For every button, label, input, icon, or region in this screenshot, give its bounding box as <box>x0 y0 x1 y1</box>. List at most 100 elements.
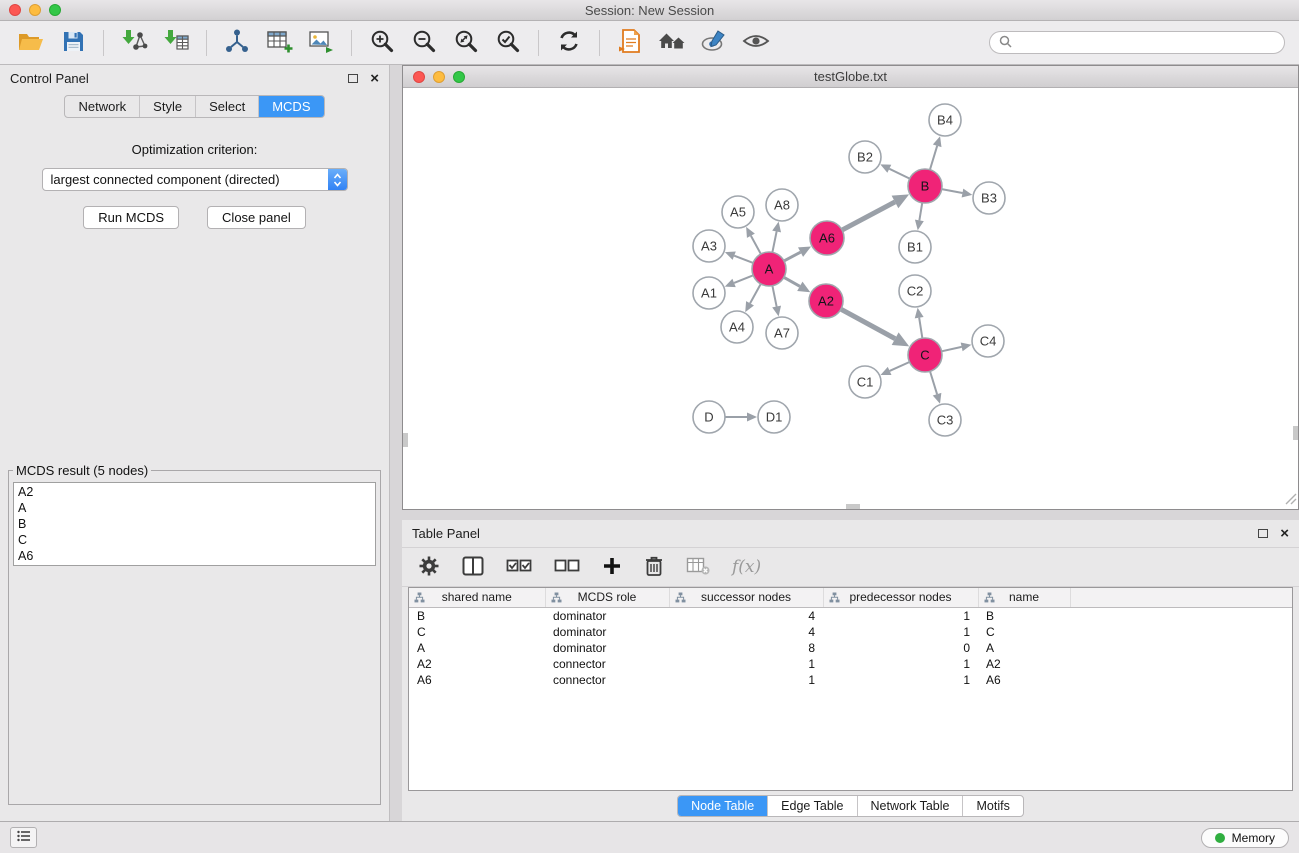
graph-node-A2[interactable]: A2 <box>809 284 843 318</box>
apply-layout-button[interactable] <box>551 26 587 60</box>
search-field[interactable] <box>989 31 1285 54</box>
table-cell[interactable]: 4 <box>669 624 823 640</box>
save-session-button[interactable] <box>55 26 91 60</box>
graph-edge-B-B1[interactable] <box>919 203 922 221</box>
graph-node-C3[interactable]: C3 <box>929 404 961 436</box>
graph-edge-B-B4[interactable] <box>930 146 937 170</box>
table-cell[interactable]: 1 <box>823 672 978 688</box>
graph-node-C[interactable]: C <box>908 338 942 372</box>
delete-column-button[interactable] <box>644 555 664 580</box>
delete-table-button[interactable] <box>686 556 710 579</box>
show-columns-button[interactable] <box>462 556 484 579</box>
graph-edge-C-C4[interactable] <box>942 347 962 351</box>
new-table-button[interactable] <box>261 26 297 60</box>
mcds-result-item[interactable]: A6 <box>18 548 371 564</box>
table-cell[interactable]: C <box>409 624 545 640</box>
horizontal-scroll-thumb[interactable] <box>846 504 860 509</box>
select-all-button[interactable] <box>506 556 532 579</box>
graph-edge-A-A7[interactable] <box>772 286 776 307</box>
tab-motifs[interactable]: Motifs <box>963 796 1022 816</box>
deselect-all-button[interactable] <box>554 556 580 579</box>
column-header-shared-name[interactable]: shared name <box>409 588 545 607</box>
float-panel-button[interactable] <box>348 74 358 83</box>
table-row[interactable]: Adominator80A <box>409 640 1292 656</box>
table-cell[interactable]: 1 <box>669 656 823 672</box>
mcds-result-item[interactable]: A <box>18 500 371 516</box>
tab-node-table[interactable]: Node Table <box>678 796 768 816</box>
close-table-panel-button[interactable]: × <box>1280 529 1289 539</box>
import-table-button[interactable] <box>158 26 194 60</box>
vertical-scroll-thumb[interactable] <box>403 433 408 447</box>
graph-node-A6[interactable]: A6 <box>810 221 844 255</box>
network-graph[interactable]: B4B2BB3A5A8A6B1A3AC2A1A2A4A7C4CC1C3DD1 <box>403 88 1298 508</box>
table-cell[interactable]: A <box>978 640 1070 656</box>
table-settings-button[interactable] <box>418 555 440 580</box>
graph-node-A[interactable]: A <box>752 252 786 286</box>
graph-edge-A-A5[interactable] <box>751 236 761 254</box>
graph-node-D[interactable]: D <box>693 401 725 433</box>
graph-node-A3[interactable]: A3 <box>693 230 725 262</box>
table-cell[interactable]: dominator <box>545 624 669 640</box>
graph-node-A5[interactable]: A5 <box>722 196 754 228</box>
tab-network-table[interactable]: Network Table <box>858 796 964 816</box>
column-header-mcds-role[interactable]: MCDS role <box>545 588 669 607</box>
zoom-in-button[interactable] <box>364 26 400 60</box>
column-header-name[interactable]: name <box>978 588 1070 607</box>
table-row[interactable]: Bdominator41B <box>409 607 1292 624</box>
vertical-scroll-thumb[interactable] <box>1293 426 1298 440</box>
zoom-fit-button[interactable] <box>448 26 484 60</box>
table-cell[interactable]: A2 <box>978 656 1070 672</box>
graph-edge-A-A8[interactable] <box>772 231 776 252</box>
column-header-predecessor-nodes[interactable]: predecessor nodes <box>823 588 978 607</box>
graph-node-B4[interactable]: B4 <box>929 104 961 136</box>
table-cell[interactable]: 8 <box>669 640 823 656</box>
table-cell[interactable]: dominator <box>545 640 669 656</box>
table-cell[interactable]: B <box>409 607 545 624</box>
tab-mcds[interactable]: MCDS <box>259 96 323 117</box>
mcds-result-item[interactable]: A2 <box>18 484 371 500</box>
graph-node-C2[interactable]: C2 <box>899 275 931 307</box>
function-builder-button[interactable]: f(x) <box>732 557 761 577</box>
graph-node-C1[interactable]: C1 <box>849 366 881 398</box>
graph-edge-C-C1[interactable] <box>890 362 910 371</box>
show-hide-graphics-button[interactable] <box>738 26 774 60</box>
table-cell[interactable]: A6 <box>978 672 1070 688</box>
graph-edge-A-A4[interactable] <box>750 284 761 303</box>
tab-edge-table[interactable]: Edge Table <box>768 796 857 816</box>
graph-node-B2[interactable]: B2 <box>849 141 881 173</box>
import-network-button[interactable] <box>116 26 152 60</box>
graph-edge-A-A1[interactable] <box>734 275 753 283</box>
mcds-result-list[interactable]: A2ABCA6 <box>13 482 376 566</box>
graph-edge-B-B2[interactable] <box>889 169 909 179</box>
graph-node-C4[interactable]: C4 <box>972 325 1004 357</box>
graph-node-A4[interactable]: A4 <box>721 311 753 343</box>
table-row[interactable]: A2connector11A2 <box>409 656 1292 672</box>
open-session-button[interactable] <box>13 26 49 60</box>
graph-edge-A2-C[interactable] <box>841 309 895 339</box>
table-cell[interactable]: connector <box>545 656 669 672</box>
graph-node-A7[interactable]: A7 <box>766 317 798 349</box>
table-cell[interactable]: A6 <box>409 672 545 688</box>
graph-node-A8[interactable]: A8 <box>766 189 798 221</box>
export-image-button[interactable] <box>303 26 339 60</box>
zoom-out-button[interactable] <box>406 26 442 60</box>
graph-edge-C-C3[interactable] <box>930 371 937 394</box>
mcds-result-item[interactable]: C <box>18 532 371 548</box>
table-cell[interactable]: C <box>978 624 1070 640</box>
table-row[interactable]: Cdominator41C <box>409 624 1292 640</box>
table-cell[interactable]: B <box>978 607 1070 624</box>
table-cell[interactable]: A2 <box>409 656 545 672</box>
tab-style[interactable]: Style <box>140 96 196 117</box>
home-button[interactable] <box>654 26 690 60</box>
close-panel-button[interactable]: × <box>370 74 379 84</box>
column-header-successor-nodes[interactable]: successor nodes <box>669 588 823 607</box>
run-mcds-button[interactable]: Run MCDS <box>83 206 179 229</box>
graph-node-D1[interactable]: D1 <box>758 401 790 433</box>
table-cell[interactable]: 1 <box>823 607 978 624</box>
graph-edge-A-A6[interactable] <box>784 252 801 261</box>
graph-node-B[interactable]: B <box>908 169 942 203</box>
graph-node-A1[interactable]: A1 <box>693 277 725 309</box>
table-cell[interactable]: dominator <box>545 607 669 624</box>
table-cell[interactable]: 1 <box>823 624 978 640</box>
float-table-panel-button[interactable] <box>1258 529 1268 538</box>
